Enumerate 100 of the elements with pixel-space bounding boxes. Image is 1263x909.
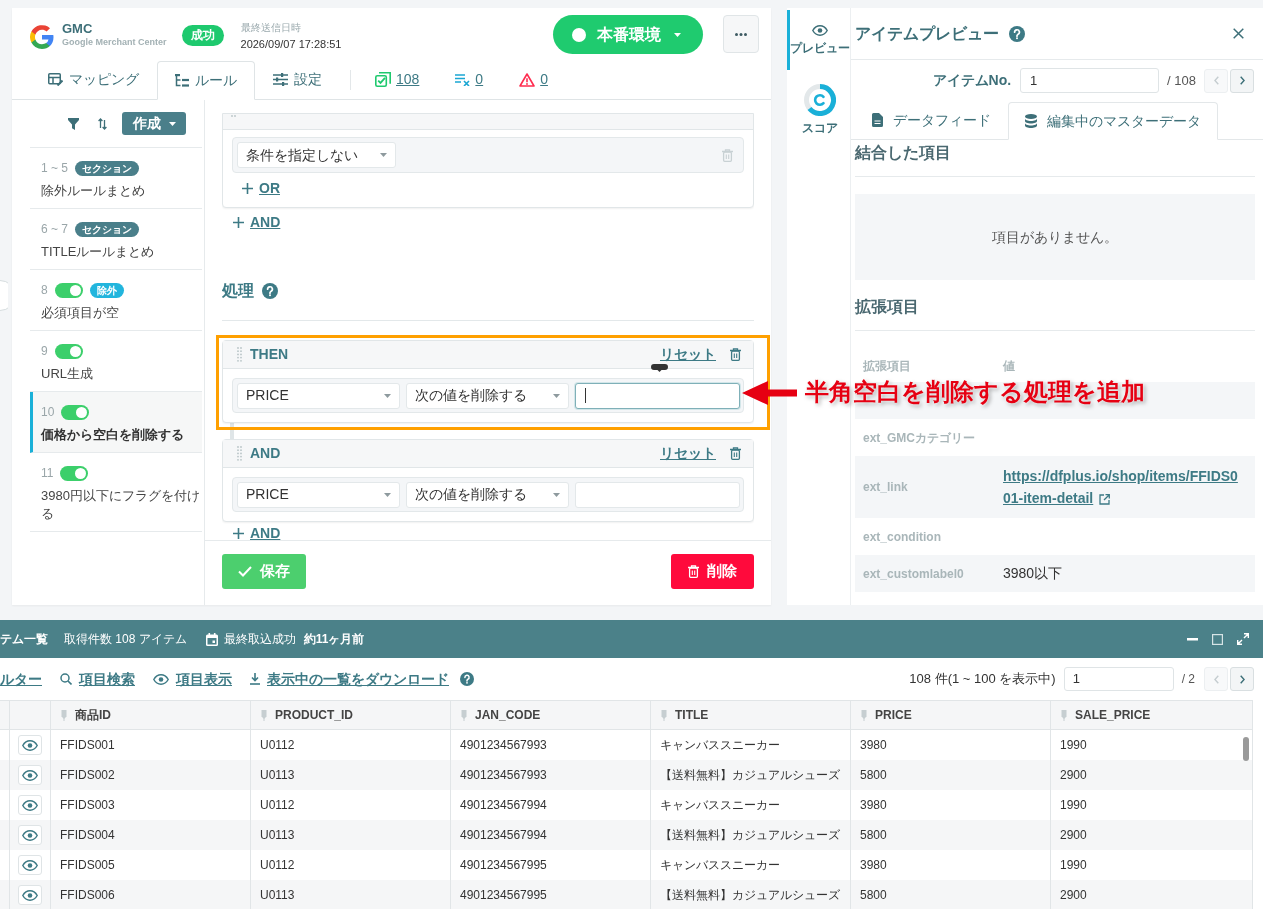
filter-button[interactable]	[68, 117, 79, 130]
trash-icon	[722, 148, 733, 162]
page-total: / 2	[1181, 671, 1195, 688]
eye-icon	[812, 25, 828, 36]
search-link[interactable]: 項目検索	[60, 668, 135, 690]
app-name: GMC	[62, 21, 94, 36]
list-title: テム一覧	[0, 631, 48, 648]
page-input[interactable]: 1	[1063, 667, 1174, 691]
tab[interactable]: 編集中のマスターデータ	[1008, 102, 1218, 140]
rule-list-item[interactable]: 11 3980円以下にフラグを付ける	[30, 453, 202, 532]
filter-link[interactable]: ルター	[0, 668, 42, 690]
table-cell-text: 5800	[860, 767, 887, 784]
section-heading: 結合した項目	[855, 143, 952, 163]
close-button[interactable]	[1233, 28, 1244, 39]
table-cell-text: 2900	[1060, 887, 1087, 904]
create-button[interactable]: 作成	[122, 112, 186, 135]
reset-link[interactable]: リセット	[660, 443, 716, 464]
toggle-switch[interactable]	[54, 282, 83, 298]
table-cell-text: キャンバススニーカー	[660, 857, 780, 874]
eye-icon	[22, 799, 38, 811]
caret-icon	[384, 393, 391, 398]
table-cell-text: FFIDS003	[60, 797, 115, 814]
tab[interactable]: マッピング	[30, 60, 157, 99]
table-cell-text: FFIDS001	[60, 737, 115, 754]
column-header[interactable]: PRICE	[851, 701, 1051, 729]
rule-title: 価格から空白を削除する	[41, 426, 185, 444]
block-label: THEN	[250, 345, 289, 364]
view-button[interactable]	[18, 795, 42, 815]
view-button[interactable]	[18, 825, 42, 845]
sort-button[interactable]	[98, 117, 107, 130]
view-button[interactable]	[18, 855, 42, 875]
add-and-link[interactable]: AND	[233, 526, 281, 540]
delete-block-button[interactable]	[730, 348, 741, 361]
rule-title: 必須項目が空	[41, 304, 120, 322]
field-select[interactable]: PRICE	[237, 382, 400, 409]
delete-block-button[interactable]	[730, 447, 741, 460]
reset-link[interactable]: リセット	[660, 344, 716, 365]
table-cell-text: ext_condition	[863, 528, 942, 546]
add-and-link[interactable]: AND	[233, 213, 281, 231]
table-cell-text: 2900	[1060, 827, 1087, 844]
rule-type-badge: セクション	[75, 221, 140, 237]
view-button[interactable]	[18, 765, 42, 785]
table-cell-text: U0113	[260, 887, 295, 904]
toggle-switch[interactable]	[54, 343, 83, 359]
rule-list-item[interactable]: 6 ~ 7 セクション TITLEルールまとめ	[30, 209, 202, 270]
tab[interactable]: ルール	[157, 61, 255, 100]
rule-number: 6 ~ 7	[41, 221, 69, 238]
field-select[interactable]: PRICE	[237, 481, 400, 508]
table-cell-text: 4901234567994	[460, 827, 547, 844]
column-header[interactable]: SALE_PRICE	[1051, 701, 1253, 729]
column-header[interactable]: TITLE	[651, 701, 851, 729]
value-input[interactable]	[575, 382, 740, 409]
columns-link[interactable]: 項目表示	[153, 668, 232, 690]
rule-list-item[interactable]: 8 除外 必須項目が空	[30, 270, 202, 331]
item-link[interactable]: https://dfplus.io/shop/items/FFIDS001-item-detail	[1003, 465, 1243, 509]
column-header[interactable]: PRODUCT_ID	[251, 701, 451, 729]
rule-title: URL生成	[41, 365, 94, 383]
rule-list-item[interactable]: 10 価格から空白を削除する	[30, 392, 202, 453]
download-icon	[250, 673, 260, 685]
table-cell-text: キャンバススニーカー	[660, 737, 780, 754]
operation-select[interactable]: 次の値を削除する	[406, 382, 569, 409]
count-link[interactable]: 0	[519, 69, 548, 90]
delete-button[interactable]: 削除	[671, 554, 754, 589]
condition-select[interactable]: 条件を指定しない	[237, 142, 396, 168]
table-edit-icon	[48, 73, 63, 86]
trash-icon	[730, 348, 741, 361]
minimize-icon	[1187, 637, 1198, 641]
table-cell-text: 1990	[1060, 797, 1087, 814]
column-header[interactable]: JAN_CODE	[451, 701, 651, 729]
item-number-input[interactable]: 1	[1020, 68, 1160, 93]
last-sent-label: 最終送信日時	[240, 21, 302, 34]
section-heading: 処理	[222, 281, 254, 301]
table-cell-text: 5800	[860, 887, 887, 904]
collapse-handle[interactable]	[0, 280, 8, 311]
eye-icon	[22, 829, 38, 841]
view-button[interactable]	[18, 735, 42, 755]
rule-type-badge: 除外	[89, 282, 124, 298]
side-tab[interactable]: プレビュー	[787, 10, 850, 70]
count-link[interactable]: 0	[455, 69, 484, 90]
add-or-link[interactable]: OR	[242, 179, 280, 197]
scrollbar-thumb[interactable]	[1243, 737, 1249, 761]
download-link[interactable]: 表示中の一覧をダウンロード	[250, 668, 449, 690]
column-header[interactable]: 商品ID	[51, 701, 251, 729]
view-button[interactable]	[18, 885, 42, 905]
maximize-button[interactable]	[1212, 633, 1223, 645]
rule-list-item[interactable]: 1 ~ 5 セクション 除外ルールまとめ	[30, 148, 202, 209]
side-tab[interactable]: スコア	[787, 84, 850, 139]
chevron-right-icon	[1239, 76, 1245, 85]
operation-select[interactable]: 次の値を削除する	[406, 481, 569, 508]
toggle-switch[interactable]	[61, 404, 90, 420]
tab[interactable]: データフィード	[855, 101, 1008, 139]
next-button[interactable]	[1230, 667, 1254, 691]
minimize-button[interactable]	[1187, 637, 1198, 641]
count-link[interactable]: 108	[375, 69, 420, 90]
table-cell-text: FFIDS004	[60, 827, 115, 844]
toggle-switch[interactable]	[60, 465, 89, 481]
expand-icon	[1237, 633, 1249, 645]
tab[interactable]: 設定	[255, 60, 340, 99]
next-button[interactable]	[1230, 68, 1254, 93]
expand-button[interactable]	[1237, 633, 1249, 645]
